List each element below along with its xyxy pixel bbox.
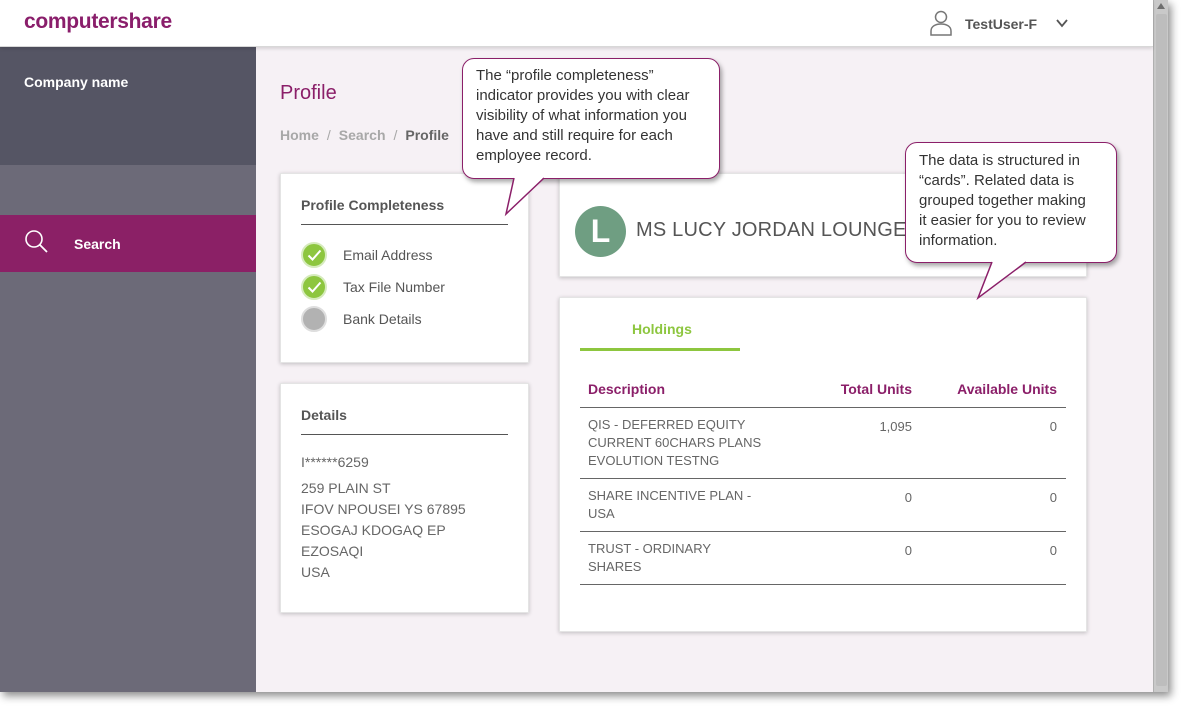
table-cell-available-units: 0: [1049, 419, 1057, 434]
tab-holdings[interactable]: Holdings: [580, 298, 740, 352]
check-incomplete-icon: [301, 306, 327, 332]
user-name[interactable]: TestUser-F: [965, 16, 1037, 32]
table-divider: [580, 531, 1066, 532]
table-cell-description: TRUST - ORDINARY SHARES: [588, 541, 712, 574]
card-title: Profile Completeness: [301, 197, 445, 213]
company-name-label: Company name: [24, 74, 129, 90]
detail-address-line: EZOSAQI: [301, 543, 364, 559]
sidebar-item-label: Search: [74, 236, 121, 252]
cards-callout: The data is structured in “cards”. Relat…: [905, 142, 1117, 263]
completeness-item-tax-file: Tax File Number: [343, 279, 445, 295]
divider: [301, 434, 508, 435]
breadcrumb: Home / Search / Profile: [280, 127, 449, 143]
detail-address-line: ESOGAJ KDOGAQ EP: [301, 522, 446, 538]
company-panel: Company name: [0, 47, 256, 165]
column-header-available-units: Available Units: [957, 381, 1057, 397]
divider: [301, 224, 508, 225]
breadcrumb-search[interactable]: Search: [339, 127, 386, 143]
completeness-item-bank: Bank Details: [343, 311, 422, 327]
sidebar-item-search[interactable]: Search: [0, 215, 256, 272]
details-card: Details I******6259 259 PLAIN ST IFOV NP…: [280, 383, 529, 613]
detail-address-line: 259 PLAIN ST: [301, 480, 391, 496]
page-title: Profile: [280, 82, 337, 104]
table-cell-description: SHARE INCENTIVE PLAN - USA: [588, 488, 752, 521]
completeness-item-email: Email Address: [343, 247, 433, 263]
check-complete-icon: [301, 274, 327, 300]
holdings-card: Holdings Description Total Units Availab…: [559, 297, 1087, 632]
avatar: L: [575, 206, 626, 257]
profile-completeness-card: Profile Completeness Email Address Tax F…: [280, 173, 529, 363]
table-divider: [580, 407, 1066, 408]
callout-pointer: [976, 261, 1027, 301]
detail-country: USA: [301, 564, 330, 580]
tab-label: Holdings: [632, 321, 692, 337]
table-cell-description: QIS - DEFERRED EQUITY CURRENT 60CHARS PL…: [588, 417, 762, 468]
check-complete-icon: [301, 242, 327, 268]
detail-id: I******6259: [301, 454, 369, 470]
breadcrumb-separator: /: [326, 127, 331, 143]
table-cell-total-units: 0: [904, 490, 912, 505]
table-cell-available-units: 0: [1049, 543, 1057, 558]
callout-pointer: [504, 177, 545, 217]
chevron-down-icon[interactable]: [1055, 16, 1069, 30]
breadcrumb-separator: /: [393, 127, 398, 143]
table-cell-available-units: 0: [1049, 490, 1057, 505]
computershare-logo[interactable]: computershare: [24, 10, 172, 34]
scroll-up-icon[interactable]: [1157, 3, 1165, 9]
person-name: MS LUCY JORDAN LOUNGE: [636, 219, 907, 241]
table-divider: [580, 478, 1066, 479]
card-title: Details: [301, 407, 347, 423]
app-window: computershare TestUser-F Company name Se…: [0, 0, 1168, 692]
column-header-description: Description: [588, 381, 666, 397]
breadcrumb-current: Profile: [405, 127, 449, 143]
column-header-total-units: Total Units: [840, 381, 912, 397]
user-icon[interactable]: [930, 10, 952, 36]
scrollbar-thumb[interactable]: [1156, 14, 1167, 686]
table-cell-total-units: 1,095: [879, 419, 912, 434]
detail-address-line: IFOV NPOUSEI YS 67895: [301, 501, 466, 517]
vertical-scrollbar[interactable]: [1153, 0, 1168, 692]
completeness-callout: The “profile completeness” indicator pro…: [462, 58, 720, 179]
top-bar: computershare TestUser-F: [0, 0, 1153, 47]
sidebar: Company name Search: [0, 47, 256, 692]
table-divider: [580, 584, 1066, 585]
search-icon: [25, 230, 48, 253]
breadcrumb-home[interactable]: Home: [280, 127, 319, 143]
table-cell-total-units: 0: [904, 543, 912, 558]
active-tab-indicator: [580, 348, 740, 351]
